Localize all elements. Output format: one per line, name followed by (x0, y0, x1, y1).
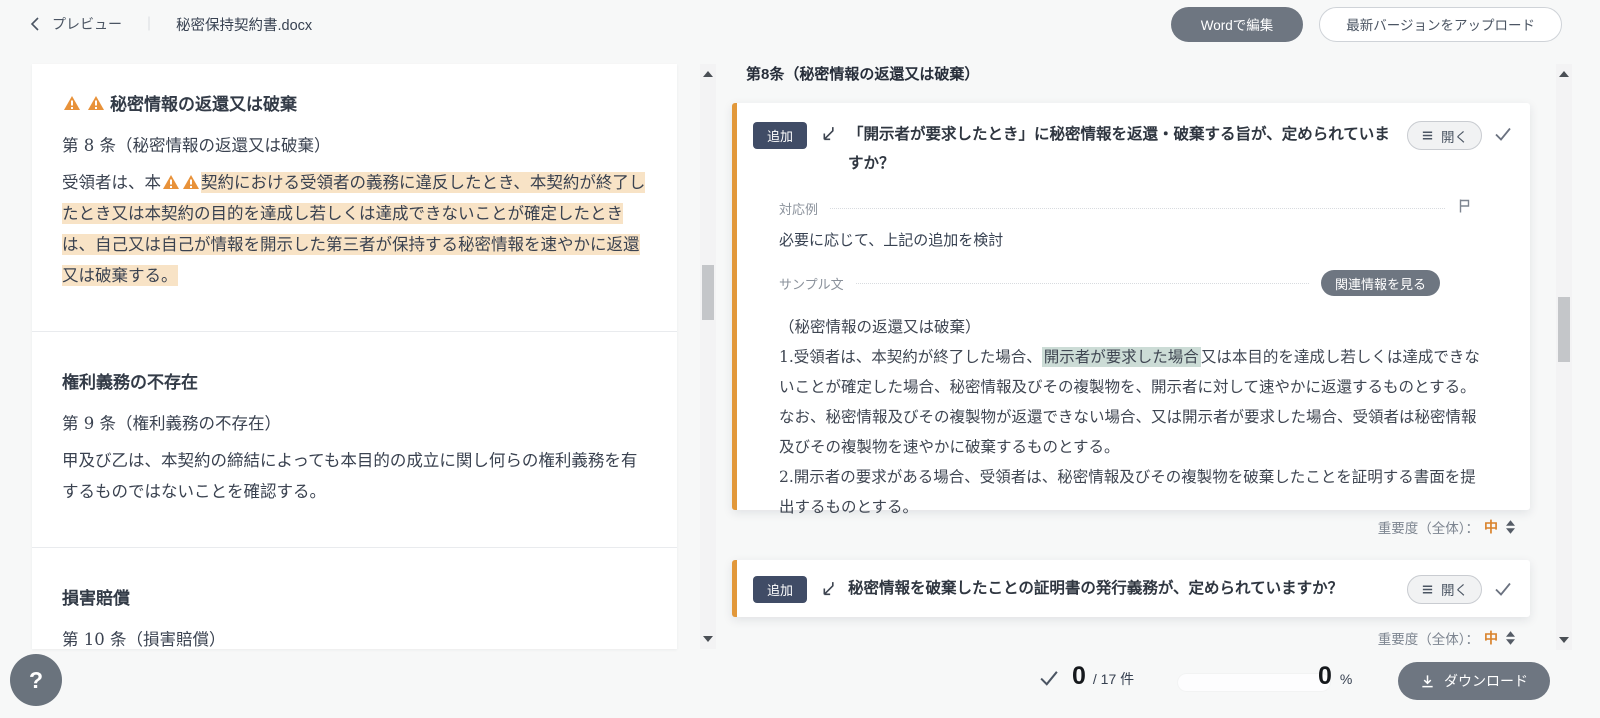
review-question: 「開示者が要求したとき」に秘密情報を返還・破棄する旨が、定められていますか？ (848, 120, 1395, 178)
doc-article-number: 第 10 条（損害賠償） (62, 625, 647, 649)
download-icon (1420, 674, 1435, 689)
importance-stepper-icon[interactable] (1506, 520, 1515, 534)
doc-article-number: 第 9 条（権利義務の不存在） (62, 409, 647, 439)
importance-value: 中 (1484, 517, 1498, 537)
document-preview-panel: 秘密情報の返還又は破棄 第 8 条（秘密情報の返還又は破棄） 受領者は、本契約に… (32, 64, 677, 649)
importance-row: 重要度（全体）： 中 (1378, 628, 1515, 648)
review-card: 追加 「開示者が要求したとき」に秘密情報を返還・破棄する旨が、定められていますか… (732, 103, 1530, 510)
open-button-label: 開く (1441, 579, 1468, 599)
doc-heading-text: 秘密情報の返還又は破棄 (110, 90, 297, 115)
scrollbar-thumb[interactable] (702, 265, 714, 320)
top-bar: プレビュー ｜ 秘密保持契約書.docx Wordで編集 最新バージョンをアップ… (0, 0, 1600, 48)
progress-percent: 0 % (1318, 662, 1352, 691)
warning-icon (163, 175, 179, 189)
sample-highlighted-text: 開示者が要求した場合 (1042, 347, 1201, 367)
doc-paragraph: 甲及び乙は、本契約の締結によっても本目的の成立に関し何らの権利義務を有するもので… (62, 445, 647, 507)
related-info-button[interactable]: 関連情報を見る (1321, 270, 1440, 296)
doc-divider (32, 547, 677, 548)
checked-count-total: / 17 件 (1093, 669, 1134, 689)
doc-article-number: 第 8 条（秘密情報の返還又は破棄） (62, 131, 647, 161)
review-section-title: 第8条（秘密情報の返還又は破棄） (746, 63, 979, 84)
help-button-label: ? (29, 667, 43, 694)
importance-row: 重要度（全体）： 中 (1378, 517, 1515, 537)
importance-label: 重要度（全体）： (1378, 628, 1479, 648)
download-button-label: ダウンロード (1444, 671, 1528, 691)
sample-clause-paragraph: 2.開示者の要求がある場合、受領者は、秘密情報及びその複製物を破棄したことを証明… (779, 462, 1488, 522)
insert-arrow-icon (819, 125, 836, 142)
progress-bar (1178, 674, 1330, 691)
document-file-name: 秘密保持契約書.docx (176, 14, 312, 35)
checked-count: 0 / 17 件 (1072, 662, 1134, 691)
doc-divider (32, 331, 677, 332)
scroll-up-arrow[interactable] (1556, 66, 1572, 82)
sample-text-segment: 1.受領者は、本契約が終了した場合、 (779, 348, 1042, 366)
checked-count-value: 0 (1072, 662, 1086, 691)
progress-percent-unit: % (1340, 671, 1352, 687)
dotted-divider (830, 208, 1445, 209)
importance-label: 重要度（全体）： (1378, 517, 1479, 537)
response-example-label: 対応例 (779, 199, 818, 218)
warning-icon (64, 96, 80, 110)
menu-lines-icon (1421, 583, 1434, 596)
help-button[interactable]: ? (10, 654, 62, 706)
review-scrollbar[interactable] (1556, 64, 1572, 650)
addition-badge: 追加 (753, 576, 807, 603)
doc-section-no-rights: 権利義務の不存在 第 9 条（権利義務の不存在） 甲及び乙は、本契約の締結によっ… (62, 368, 647, 507)
scrollbar-thumb[interactable] (1558, 297, 1570, 362)
upload-latest-version-button[interactable]: 最新バージョンをアップロード (1319, 7, 1562, 42)
dotted-divider (856, 283, 1309, 284)
insert-arrow-icon (819, 580, 836, 597)
scroll-down-arrow[interactable] (700, 631, 716, 647)
sample-text-label: サンプル文 (779, 274, 844, 293)
open-button-label: 開く (1441, 126, 1468, 146)
warning-icon (88, 96, 104, 110)
progress-check-icon (1038, 669, 1060, 687)
back-button[interactable]: プレビュー (28, 14, 122, 34)
doc-paragraph: 受領者は、本契約における受領者の義務に違反したとき、本契約が終了したとき又は本契… (62, 167, 647, 291)
doc-paragraph-text: 受領者は、本 (62, 173, 161, 192)
doc-section-damages: 損害賠償 第 10 条（損害賠償） 甲又は乙は、故意又は重過失によって本契約条項… (62, 584, 647, 649)
flag-icon[interactable] (1457, 198, 1472, 219)
progress-percent-value: 0 (1318, 662, 1332, 691)
download-button[interactable]: ダウンロード (1398, 662, 1550, 700)
document-scrollbar[interactable] (700, 64, 716, 649)
importance-value: 中 (1484, 628, 1498, 648)
doc-section-heading: 秘密情報の返還又は破棄 (62, 90, 647, 115)
open-button[interactable]: 開く (1407, 575, 1482, 604)
chevron-left-icon (28, 16, 42, 32)
sample-clause-paragraph: 1.受領者は、本契約が終了した場合、開示者が要求した場合又は本目的を達成し若しく… (779, 342, 1488, 462)
back-label: プレビュー (52, 14, 122, 34)
scroll-up-arrow[interactable] (700, 66, 716, 82)
response-example-value: 必要に応じて、上記の追加を検討 (779, 229, 1530, 250)
doc-section-heading: 権利義務の不存在 (62, 368, 647, 393)
doc-section-return-destruction: 秘密情報の返還又は破棄 第 8 条（秘密情報の返還又は破棄） 受領者は、本契約に… (62, 90, 647, 291)
sample-clause-text: （秘密情報の返還又は破棄） 1.受領者は、本契約が終了した場合、開示者が要求した… (779, 312, 1488, 522)
scroll-down-arrow[interactable] (1556, 632, 1572, 648)
title-separator: ｜ (142, 14, 156, 34)
review-card: 追加 秘密情報を破棄したことの証明書の発行義務が、定められていますか？ 開く (732, 560, 1530, 617)
open-button[interactable]: 開く (1407, 121, 1482, 150)
resolve-check-icon[interactable] (1494, 581, 1512, 597)
resolve-check-icon[interactable] (1494, 126, 1512, 142)
review-question: 秘密情報を破棄したことの証明書の発行義務が、定められていますか？ (848, 574, 1407, 603)
edit-in-word-button[interactable]: Wordで編集 (1171, 7, 1304, 42)
addition-badge: 追加 (753, 122, 807, 149)
doc-section-heading: 損害賠償 (62, 584, 647, 609)
importance-stepper-icon[interactable] (1506, 631, 1515, 645)
sample-clause-title: （秘密情報の返還又は破棄） (779, 312, 1488, 342)
menu-lines-icon (1421, 129, 1434, 142)
warning-icon (183, 175, 199, 189)
